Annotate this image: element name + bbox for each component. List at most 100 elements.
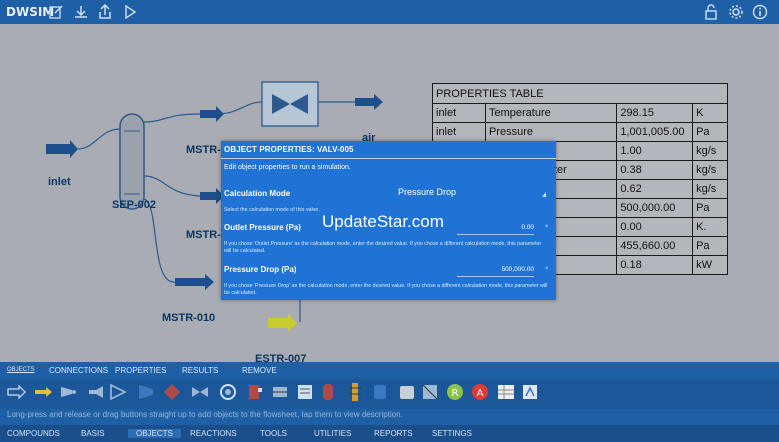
dropdown-arrow-icon[interactable] [542, 192, 546, 197]
recycle-icon[interactable]: R [445, 382, 465, 402]
toolbox-tab-results[interactable]: RESULTS [182, 366, 218, 375]
compressor-icon[interactable] [136, 382, 156, 402]
property-cell: Pressure [484, 122, 618, 142]
outlet-pressure-label: Outlet Pressure (Pa) [224, 223, 301, 232]
toolbox-objects-bar: RA [0, 379, 779, 409]
value-cell: 298.15 [616, 103, 694, 123]
inlet-stream-arrow [46, 140, 78, 158]
adjust-icon[interactable]: A [470, 382, 490, 402]
mixer-icon[interactable] [58, 382, 78, 402]
outlet-pressure-help: If you chose 'Outlet Pressure' as the ca… [224, 241, 542, 254]
pressure-drop-help: If you chose 'Pressure Drop' as the calc… [224, 283, 548, 296]
mstr010-stream-arrow [175, 274, 214, 290]
unit-cell: Pa [692, 198, 728, 218]
table-row[interactable]: inlet Temperature 298.15 K [432, 103, 728, 123]
unit-cell: Pa [692, 122, 728, 142]
bottom-nav: COMPOUNDS BASIS OBJECTS REACTIONS TOOLS … [0, 425, 779, 442]
value-cell: 0.18 [616, 255, 694, 275]
dialog-subtitle: Edit object properties to run a simulati… [224, 164, 351, 171]
dialog-title: OBJECT PROPERTIES: VALV-005 [224, 145, 354, 154]
air-stream-arrow [355, 94, 383, 110]
value-cell: 0.38 [616, 160, 694, 180]
nav-tab-compounds[interactable]: COMPOUNDS [7, 429, 60, 438]
toolbox-tab-properties[interactable]: PROPERTIES [115, 366, 166, 375]
table-row[interactable]: inlet Pressure 1,001,005.00 Pa [432, 122, 728, 142]
value-cell: 0.62 [616, 179, 694, 199]
property-cell: Temperature [484, 103, 618, 123]
inlet-label: inlet [48, 176, 71, 188]
nav-tab-reactions[interactable]: REACTIONS [190, 429, 237, 438]
properties-table-title-row: PROPERTIES TABLE [432, 83, 728, 104]
mstr-stream-arrow-top [200, 106, 224, 122]
pump-icon[interactable] [108, 382, 128, 402]
outlet-pressure-input[interactable]: 0.00 [457, 224, 534, 235]
watermark: UpdateStar.com [322, 212, 444, 231]
object-cell: inlet [432, 122, 486, 142]
clear-pressure-drop-icon[interactable]: × [545, 266, 549, 272]
download-icon[interactable] [73, 4, 89, 20]
column-icon[interactable] [345, 382, 365, 402]
toolbox-tab-connections[interactable]: CONNECTIONS [49, 366, 108, 375]
info-icon[interactable] [752, 4, 768, 20]
separator-label: SEP-002 [112, 199, 157, 211]
unit-cell: kg/s [692, 160, 728, 180]
share-icon[interactable] [97, 3, 113, 20]
calc-mode-dropdown[interactable]: Pressure Drop [398, 187, 456, 197]
toolbox-tab-objects[interactable]: OBJECTS [7, 367, 35, 373]
separator-icon[interactable] [370, 382, 390, 402]
unit-cell: Pa [692, 236, 728, 256]
custom-op-icon[interactable] [520, 382, 540, 402]
nav-tab-basis[interactable]: BASIS [81, 429, 105, 438]
estr-label: ESTR-007 [255, 353, 307, 362]
valve-icon[interactable] [245, 382, 265, 402]
nav-tab-utilities[interactable]: UTILITIES [314, 429, 351, 438]
lock-icon[interactable] [703, 4, 719, 20]
unit-cell: kg/s [692, 179, 728, 199]
toolbox-panel: OBJECTS CONNECTIONS PROPERTIES RESULTS R… [0, 362, 779, 442]
clear-outlet-icon[interactable]: × [545, 224, 549, 230]
filter-icon[interactable] [420, 382, 440, 402]
play-icon[interactable] [122, 4, 138, 20]
calc-mode-label: Calculation Mode [224, 189, 291, 198]
expander-icon[interactable] [162, 382, 182, 402]
cooler-icon[interactable] [218, 382, 238, 402]
pressure-drop-input[interactable]: 500,000.00 [457, 266, 534, 277]
valve-icon [261, 81, 319, 127]
value-cell: 0.00 [616, 217, 694, 237]
mstr010-label: MSTR-010 [162, 312, 216, 324]
reactor-icon[interactable] [318, 382, 338, 402]
heater-icon[interactable] [190, 382, 210, 402]
value-cell: 500,000.00 [616, 198, 694, 218]
toolbox-category-tabs: OBJECTS CONNECTIONS PROPERTIES RESULTS R… [0, 362, 779, 379]
edit-icon[interactable] [48, 4, 64, 20]
tank-icon[interactable] [397, 382, 417, 402]
gear-icon[interactable] [728, 4, 744, 20]
properties-table-title: PROPERTIES TABLE [432, 83, 728, 104]
material-stream-icon[interactable] [6, 382, 26, 402]
app-title: DWSIM [6, 5, 55, 19]
toolbox-tab-remove[interactable]: REMOVE [242, 366, 277, 375]
value-cell: 455,660.00 [616, 236, 694, 256]
unit-cell: K [692, 103, 728, 123]
mstr-label-top: MSTR- [186, 144, 221, 156]
heat-exchanger-icon[interactable] [295, 382, 315, 402]
nav-tab-reports[interactable]: REPORTS [374, 429, 413, 438]
energy-stream-icon[interactable] [33, 382, 53, 402]
pipe-icon[interactable] [270, 382, 290, 402]
object-cell: inlet [432, 103, 486, 123]
pressure-drop-label: Pressure Drop (Pa) [224, 265, 297, 274]
mstr-label-mid: MSTR- [186, 229, 221, 241]
unit-cell: kg/s [692, 141, 728, 161]
nav-tab-tools[interactable]: TOOLS [260, 429, 287, 438]
nav-tab-settings[interactable]: SETTINGS [432, 429, 472, 438]
svg-text:R: R [452, 388, 459, 399]
dialog-divider [221, 158, 556, 159]
separator-vessel [119, 113, 145, 210]
splitter-icon[interactable] [86, 382, 106, 402]
svg-text:A: A [477, 388, 484, 399]
value-cell: 1.00 [616, 141, 694, 161]
unit-cell: K. [692, 217, 728, 237]
spreadsheet-icon[interactable] [496, 382, 516, 402]
top-app-bar: DWSIM [0, 0, 779, 24]
nav-tab-objects[interactable]: OBJECTS [128, 429, 181, 438]
